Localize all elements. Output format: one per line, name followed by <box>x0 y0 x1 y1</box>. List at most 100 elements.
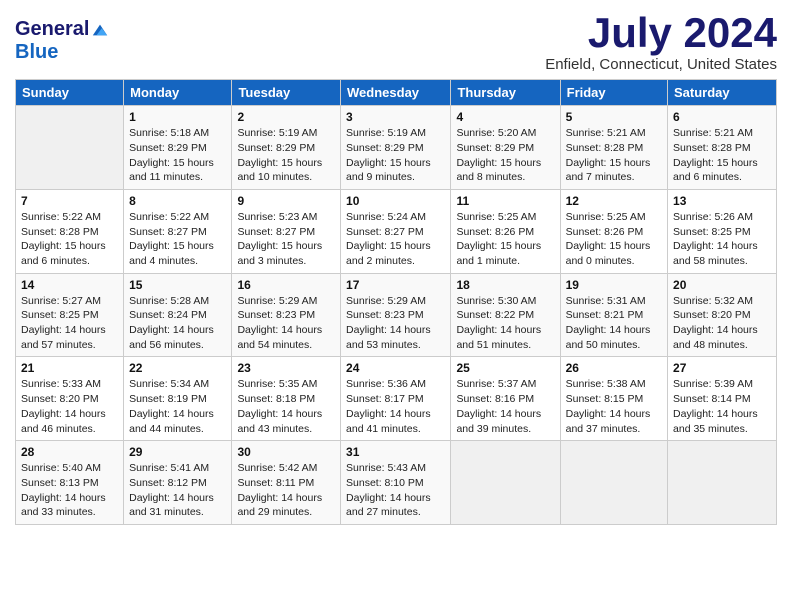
day-info: Sunrise: 5:32 AMSunset: 8:20 PMDaylight:… <box>673 294 771 353</box>
day-number: 3 <box>346 110 445 124</box>
day-number: 1 <box>129 110 226 124</box>
day-number: 16 <box>237 278 335 292</box>
calendar-cell: 10 Sunrise: 5:24 AMSunset: 8:27 PMDayligh… <box>341 189 451 273</box>
calendar-cell: 6 Sunrise: 5:21 AMSunset: 8:28 PMDaylight… <box>668 106 777 190</box>
calendar-week-row: 21 Sunrise: 5:33 AMSunset: 8:20 PMDayligh… <box>16 357 777 441</box>
day-number: 27 <box>673 361 771 375</box>
calendar-cell: 23 Sunrise: 5:35 AMSunset: 8:18 PMDayligh… <box>232 357 341 441</box>
day-info: Sunrise: 5:40 AMSunset: 8:13 PMDaylight:… <box>21 461 118 520</box>
calendar-cell: 12 Sunrise: 5:25 AMSunset: 8:26 PMDayligh… <box>560 189 667 273</box>
day-number: 11 <box>456 194 554 208</box>
logo-general-text: General <box>15 18 89 41</box>
day-info: Sunrise: 5:38 AMSunset: 8:15 PMDaylight:… <box>566 377 662 436</box>
calendar-week-row: 1Sunrise: 5:18 AMSunset: 8:29 PMDaylight… <box>16 106 777 190</box>
calendar-cell <box>451 441 560 525</box>
calendar-cell: 4Sunrise: 5:20 AMSunset: 8:29 PMDaylight… <box>451 106 560 190</box>
calendar-week-row: 14 Sunrise: 5:27 AMSunset: 8:25 PMDayligh… <box>16 273 777 357</box>
day-number: 10 <box>346 194 445 208</box>
calendar-week-row: 28 Sunrise: 5:40 AMSunset: 8:13 PMDayligh… <box>16 441 777 525</box>
calendar-cell <box>16 106 124 190</box>
calendar-cell: 24 Sunrise: 5:36 AMSunset: 8:17 PMDayligh… <box>341 357 451 441</box>
day-number: 30 <box>237 445 335 459</box>
day-info: Sunrise: 5:27 AMSunset: 8:25 PMDaylight:… <box>21 294 118 353</box>
calendar-cell: 2Sunrise: 5:19 AMSunset: 8:29 PMDaylight… <box>232 106 341 190</box>
calendar-cell: 28 Sunrise: 5:40 AMSunset: 8:13 PMDayligh… <box>16 441 124 525</box>
day-number: 24 <box>346 361 445 375</box>
day-number: 29 <box>129 445 226 459</box>
day-number: 26 <box>566 361 662 375</box>
page-header: General Blue July 2024 Enfield, Connecti… <box>15 10 777 73</box>
calendar-cell: 21 Sunrise: 5:33 AMSunset: 8:20 PMDayligh… <box>16 357 124 441</box>
month-title: July 2024 <box>545 10 777 56</box>
day-number: 21 <box>21 361 118 375</box>
day-number: 4 <box>456 110 554 124</box>
calendar-cell: 1Sunrise: 5:18 AMSunset: 8:29 PMDaylight… <box>124 106 232 190</box>
calendar-cell: 31 Sunrise: 5:43 AMSunset: 8:10 PMDayligh… <box>341 441 451 525</box>
calendar-cell: 27 Sunrise: 5:39 AMSunset: 8:14 PMDayligh… <box>668 357 777 441</box>
day-info: Sunrise: 5:43 AMSunset: 8:10 PMDaylight:… <box>346 461 445 520</box>
day-number: 14 <box>21 278 118 292</box>
calendar-cell: 13Sunrise: 5:26 AMSunset: 8:25 PMDayligh… <box>668 189 777 273</box>
location-text: Enfield, Connecticut, United States <box>545 56 777 73</box>
day-number: 20 <box>673 278 771 292</box>
col-header-wednesday: Wednesday <box>341 80 451 106</box>
day-number: 12 <box>566 194 662 208</box>
day-number: 7 <box>21 194 118 208</box>
logo-blue-text: Blue <box>15 41 58 64</box>
calendar-cell: 17 Sunrise: 5:29 AMSunset: 8:23 PMDayligh… <box>341 273 451 357</box>
calendar-cell: 8 Sunrise: 5:22 AMSunset: 8:27 PMDaylight… <box>124 189 232 273</box>
day-number: 17 <box>346 278 445 292</box>
day-info: Sunrise: 5:33 AMSunset: 8:20 PMDaylight:… <box>21 377 118 436</box>
calendar-cell: 9 Sunrise: 5:23 AMSunset: 8:27 PMDaylight… <box>232 189 341 273</box>
day-info: Sunrise: 5:30 AMSunset: 8:22 PMDaylight:… <box>456 294 554 353</box>
calendar-cell: 29Sunrise: 5:41 AMSunset: 8:12 PMDayligh… <box>124 441 232 525</box>
col-header-sunday: Sunday <box>16 80 124 106</box>
calendar-cell: 30 Sunrise: 5:42 AMSunset: 8:11 PMDayligh… <box>232 441 341 525</box>
day-info: Sunrise: 5:31 AMSunset: 8:21 PMDaylight:… <box>566 294 662 353</box>
day-number: 23 <box>237 361 335 375</box>
day-number: 6 <box>673 110 771 124</box>
day-info: Sunrise: 5:23 AMSunset: 8:27 PMDaylight:… <box>237 210 335 269</box>
day-info: Sunrise: 5:25 AMSunset: 8:26 PMDaylight:… <box>566 210 662 269</box>
col-header-saturday: Saturday <box>668 80 777 106</box>
day-info: Sunrise: 5:21 AMSunset: 8:28 PMDaylight:… <box>566 126 662 185</box>
calendar-cell: 16Sunrise: 5:29 AMSunset: 8:23 PMDayligh… <box>232 273 341 357</box>
day-info: Sunrise: 5:29 AMSunset: 8:23 PMDaylight:… <box>346 294 445 353</box>
calendar-cell: 18 Sunrise: 5:30 AMSunset: 8:22 PMDayligh… <box>451 273 560 357</box>
day-number: 15 <box>129 278 226 292</box>
day-info: Sunrise: 5:19 AMSunset: 8:29 PMDaylight:… <box>237 126 335 185</box>
calendar-cell <box>560 441 667 525</box>
calendar-header-row: SundayMondayTuesdayWednesdayThursdayFrid… <box>16 80 777 106</box>
col-header-thursday: Thursday <box>451 80 560 106</box>
col-header-friday: Friday <box>560 80 667 106</box>
day-info: Sunrise: 5:22 AMSunset: 8:28 PMDaylight:… <box>21 210 118 269</box>
calendar-cell <box>668 441 777 525</box>
day-info: Sunrise: 5:22 AMSunset: 8:27 PMDaylight:… <box>129 210 226 269</box>
calendar-cell: 5Sunrise: 5:21 AMSunset: 8:28 PMDaylight… <box>560 106 667 190</box>
day-number: 18 <box>456 278 554 292</box>
day-info: Sunrise: 5:21 AMSunset: 8:28 PMDaylight:… <box>673 126 771 185</box>
calendar-cell: 7 Sunrise: 5:22 AMSunset: 8:28 PMDaylight… <box>16 189 124 273</box>
day-info: Sunrise: 5:19 AMSunset: 8:29 PMDaylight:… <box>346 126 445 185</box>
day-info: Sunrise: 5:39 AMSunset: 8:14 PMDaylight:… <box>673 377 771 436</box>
calendar-week-row: 7 Sunrise: 5:22 AMSunset: 8:28 PMDaylight… <box>16 189 777 273</box>
calendar-cell: 11 Sunrise: 5:25 AMSunset: 8:26 PMDayligh… <box>451 189 560 273</box>
day-number: 31 <box>346 445 445 459</box>
day-info: Sunrise: 5:25 AMSunset: 8:26 PMDaylight:… <box>456 210 554 269</box>
calendar-cell: 25Sunrise: 5:37 AMSunset: 8:16 PMDayligh… <box>451 357 560 441</box>
title-block: July 2024 Enfield, Connecticut, United S… <box>545 10 777 73</box>
day-info: Sunrise: 5:42 AMSunset: 8:11 PMDaylight:… <box>237 461 335 520</box>
day-info: Sunrise: 5:24 AMSunset: 8:27 PMDaylight:… <box>346 210 445 269</box>
calendar-cell: 22Sunrise: 5:34 AMSunset: 8:19 PMDayligh… <box>124 357 232 441</box>
day-number: 9 <box>237 194 335 208</box>
day-number: 25 <box>456 361 554 375</box>
day-number: 13 <box>673 194 771 208</box>
day-info: Sunrise: 5:35 AMSunset: 8:18 PMDaylight:… <box>237 377 335 436</box>
col-header-tuesday: Tuesday <box>232 80 341 106</box>
day-info: Sunrise: 5:36 AMSunset: 8:17 PMDaylight:… <box>346 377 445 436</box>
logo: General Blue <box>15 18 109 64</box>
day-number: 8 <box>129 194 226 208</box>
calendar-cell: 20 Sunrise: 5:32 AMSunset: 8:20 PMDayligh… <box>668 273 777 357</box>
day-number: 28 <box>21 445 118 459</box>
calendar-table: SundayMondayTuesdayWednesdayThursdayFrid… <box>15 79 777 525</box>
